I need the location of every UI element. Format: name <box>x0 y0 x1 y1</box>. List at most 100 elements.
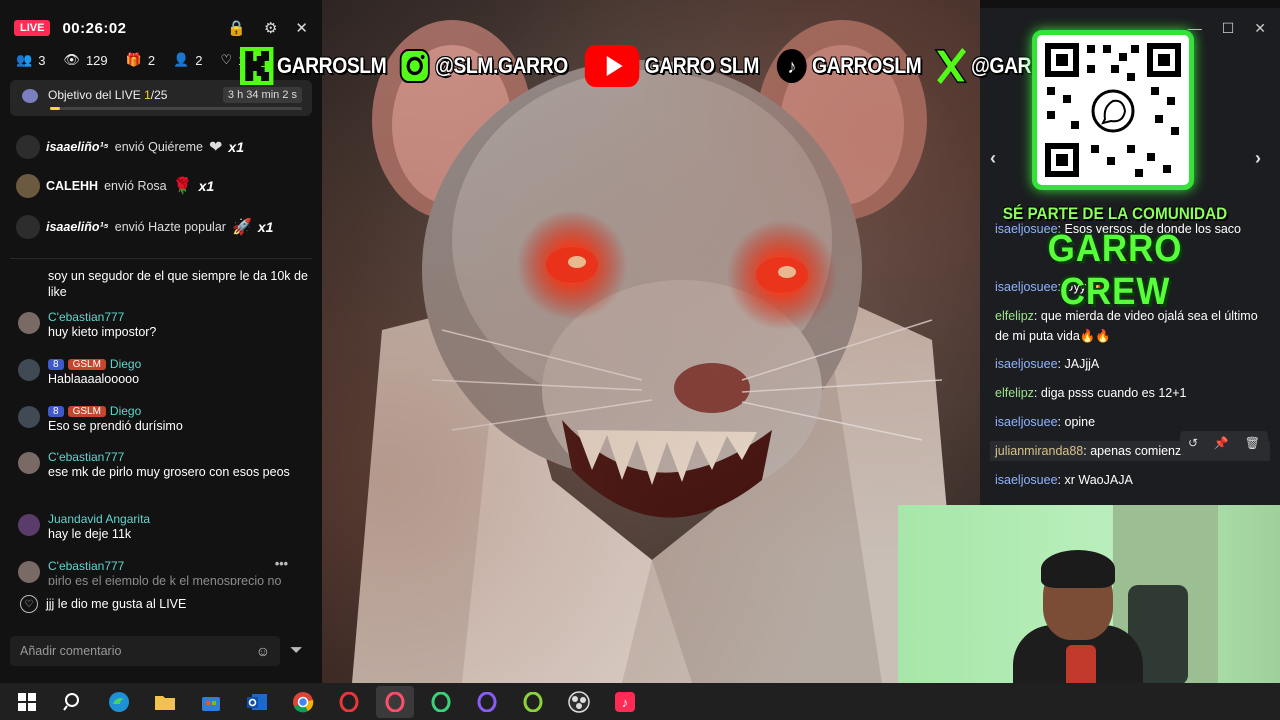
social-handles: GARROSLM @SLM.GARRO GARRO SLM ♪ GARROSLM… <box>240 40 1107 92</box>
comment-input[interactable]: Añadir comentario ☺ <box>10 636 280 666</box>
fan-badge: GSLM <box>67 358 106 370</box>
taskbar: ♪ <box>0 683 1280 720</box>
svg-text:♪: ♪ <box>788 55 796 77</box>
stat-gifts[interactable]: 🎁 2 <box>126 52 155 68</box>
rocket-icon: 🚀 <box>231 219 252 236</box>
social-youtube: GARRO SLM <box>583 45 760 87</box>
crew-title: GARRO CREW <box>1047 228 1183 313</box>
lock-icon[interactable]: 🔒 <box>227 19 246 37</box>
more-options-icon[interactable]: ••• <box>275 559 288 571</box>
social-instagram: @SLM.GARRO <box>398 47 569 85</box>
fan-badge: GSLM <box>67 405 106 417</box>
chat-message: isaeljosuee: opine <box>995 415 1096 429</box>
filter-icon[interactable]: ⏷ <box>290 642 303 660</box>
heart-icon: ♡ <box>220 52 233 67</box>
stat-viewers[interactable]: 👥 3 <box>16 52 45 68</box>
chat-message: elfelipz: diga psss cuando es 12+1 <box>995 386 1187 400</box>
qr-pattern <box>1045 43 1181 177</box>
close-icon[interactable]: ✕ <box>295 19 308 37</box>
divider <box>10 258 312 259</box>
like-notice: ♡ jjj le dio me gusta al LIVE <box>20 595 186 613</box>
avatar <box>18 514 40 536</box>
goal-label: Objetivo del LIVE <box>48 88 145 102</box>
gift-row: CALEHH envió Rosa 🌹 x1 <box>16 174 214 198</box>
gift-heart-icon: ❤ <box>209 139 223 156</box>
goal-current: 1 <box>144 88 151 102</box>
obs-icon[interactable] <box>560 686 598 718</box>
store-icon[interactable] <box>192 686 230 718</box>
people-icon: 👥 <box>16 52 33 67</box>
live-panel: LIVE 00:26:02 🔒 ⚙ ✕ 👥3 👁129 🎁2 👤2 ♡ 1 Obj… <box>0 0 322 683</box>
youtube-icon <box>583 45 641 87</box>
x-icon <box>933 47 967 85</box>
gear-icon[interactable]: ⚙ <box>264 19 277 37</box>
goal-total: /25 <box>150 88 168 102</box>
opera-purple-icon[interactable] <box>468 686 506 718</box>
stream-video <box>322 0 980 683</box>
avatar <box>18 359 40 381</box>
outlook-icon[interactable] <box>238 686 276 718</box>
instagram-icon <box>398 47 431 85</box>
social-tiktok: ♪ GARROSLM <box>775 47 922 85</box>
eye-icon: 👁 <box>63 52 80 67</box>
opera-lime-icon[interactable] <box>514 686 552 718</box>
close-icon[interactable]: ✕ <box>1254 20 1266 37</box>
tiktok-icon: ♪ <box>775 47 808 85</box>
opera-red-icon[interactable] <box>330 686 368 718</box>
reply-icon[interactable]: ↺ <box>1188 436 1198 450</box>
avatar <box>18 406 40 428</box>
goal-icon <box>22 89 38 103</box>
maximize-icon[interactable]: ☐ <box>1222 20 1235 37</box>
chat-message: C'ebastian777 pirlo es el ejemplo de k e… <box>18 559 308 585</box>
level-badge: 8 <box>48 358 64 370</box>
avatar <box>16 174 40 198</box>
chevron-right-icon[interactable]: › <box>1255 148 1261 169</box>
whatsapp-qr-code <box>1032 30 1194 190</box>
community-text: SÉ PARTE DE LA COMUNIDAD <box>1002 204 1228 223</box>
chat-message: C'ebastian777 ese mk de pirlo muy groser… <box>18 450 308 480</box>
stat-views[interactable]: 👁 129 <box>63 52 107 68</box>
chrome-icon[interactable] <box>284 686 322 718</box>
social-kick: GARROSLM <box>240 47 387 85</box>
chat-message: Juandavid Angarita hay le deje 11k <box>18 512 308 542</box>
avatar <box>18 561 40 583</box>
avatar <box>16 135 40 159</box>
level-badge: 8 <box>48 405 64 417</box>
tiktok-live-studio-icon[interactable]: ♪ <box>606 686 644 718</box>
live-badge: LIVE <box>14 20 51 36</box>
trash-icon[interactable]: 🗑 <box>1245 436 1260 450</box>
goal-progress-bar <box>50 107 302 110</box>
pin-icon[interactable]: 📌 <box>1214 436 1229 450</box>
heart-icon: ♡ <box>20 595 38 613</box>
chat-message: isaeljosuee: xr WaoJAJA <box>995 473 1133 487</box>
chat-message: 8 GSLM Diego Hablaaaalooooo <box>18 357 308 387</box>
search-icon[interactable] <box>54 686 92 718</box>
user-add-icon: 👤 <box>173 52 190 67</box>
gift-row: isaaeliño¹⁵ envió Hazte popular 🚀 x1 <box>16 215 273 239</box>
emoji-icon[interactable]: ☺ <box>256 643 270 659</box>
chevron-left-icon[interactable]: ‹ <box>990 148 996 169</box>
svg-text:♪: ♪ <box>622 695 629 710</box>
file-explorer-icon[interactable] <box>146 686 184 718</box>
webcam-feed <box>898 505 1280 685</box>
message-actions: ↺ 📌 🗑 <box>1180 431 1268 455</box>
edge-browser-icon[interactable] <box>100 686 138 718</box>
chat-message: 8 GSLM Diego Eso se prendió durísimo <box>18 404 308 434</box>
stat-people[interactable]: 👤 2 <box>173 52 202 68</box>
chat-message: C'ebastian777 huy kieto impostor? <box>18 310 308 340</box>
avatar <box>16 215 40 239</box>
goal-progress-fill <box>50 107 61 110</box>
live-timer: 00:26:02 <box>62 19 127 37</box>
screen: LIVE 00:26:02 🔒 ⚙ ✕ 👥3 👁129 🎁2 👤2 ♡ 1 Obj… <box>0 0 1280 720</box>
opera-active-icon[interactable] <box>376 685 414 718</box>
windows-start-icon[interactable] <box>8 686 46 718</box>
gift-row: isaaeliño¹⁵ envió Quiéreme ❤ x1 <box>16 135 244 159</box>
avatar <box>18 312 40 334</box>
microphone <box>1066 645 1096 685</box>
chat-message: isaeljosuee: JAJjjA <box>995 357 1100 371</box>
rose-icon: 🌹 <box>172 178 193 195</box>
gift-icon: 🎁 <box>125 52 142 67</box>
avatar <box>18 452 40 474</box>
opera-green-icon[interactable] <box>422 686 460 718</box>
kick-icon <box>240 47 274 85</box>
